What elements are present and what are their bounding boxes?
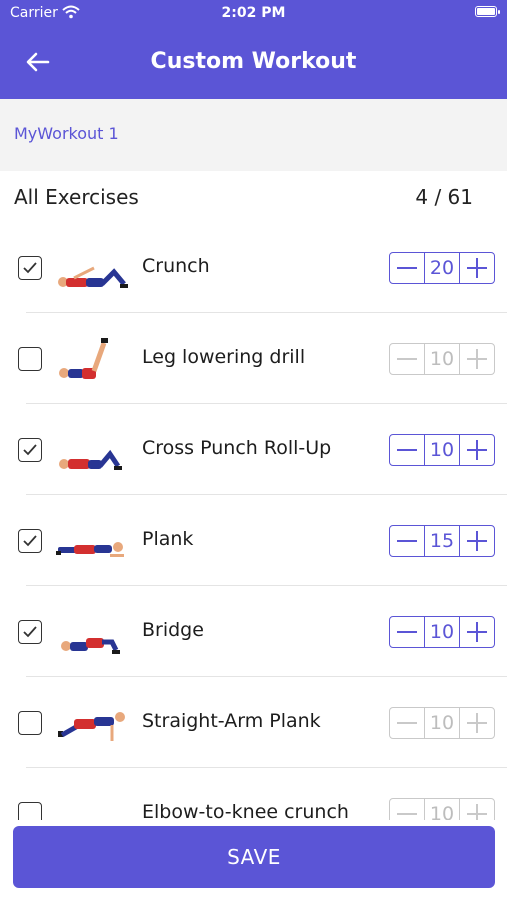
battery-tip	[498, 10, 500, 14]
plus-icon	[467, 531, 487, 551]
increment-button[interactable]	[460, 435, 494, 465]
reps-stepper[interactable]: 10	[389, 434, 495, 466]
exercise-name: Plank	[142, 528, 194, 550]
plus-icon	[467, 713, 487, 733]
minus-icon	[397, 722, 417, 724]
decrement-button[interactable]	[390, 435, 424, 465]
decrement-button[interactable]	[390, 708, 424, 738]
workout-name-field[interactable]: MyWorkout 1	[0, 99, 507, 171]
reps-value: 10	[424, 799, 460, 820]
exercise-illustration	[59, 449, 122, 470]
reps-stepper[interactable]: 20	[389, 252, 495, 284]
exercise-list[interactable]: Crunch 20 Leg lowering drill 10 Cross Pu…	[0, 222, 507, 820]
increment-button[interactable]	[460, 708, 494, 738]
increment-button[interactable]	[460, 253, 494, 283]
checkmark-icon	[23, 535, 37, 547]
reps-stepper[interactable]: 15	[389, 525, 495, 557]
exercise-checkbox[interactable]	[18, 620, 42, 644]
exercise-illustration	[58, 712, 125, 741]
reps-stepper[interactable]: 10	[389, 798, 495, 820]
reps-value: 10	[424, 708, 460, 738]
minus-icon	[397, 358, 417, 360]
increment-button[interactable]	[460, 617, 494, 647]
decrement-button[interactable]	[390, 617, 424, 647]
exercise-name: Cross Punch Roll-Up	[142, 437, 332, 459]
decrement-button[interactable]	[390, 253, 424, 283]
exercise-row[interactable]: Elbow-to-knee crunch 10	[0, 768, 507, 820]
reps-stepper[interactable]: 10	[389, 343, 495, 375]
increment-button[interactable]	[460, 799, 494, 820]
decrement-button[interactable]	[390, 526, 424, 556]
decrement-button[interactable]	[390, 799, 424, 820]
plus-icon	[467, 440, 487, 460]
list-label: All Exercises	[14, 185, 139, 209]
decrement-button[interactable]	[390, 344, 424, 374]
exercise-checkbox[interactable]	[18, 256, 42, 280]
app-header: Carrier 2:02 PM Custom Workout	[0, 0, 507, 99]
exercise-name: Crunch	[142, 255, 210, 277]
checkmark-icon	[23, 262, 37, 274]
exercise-row[interactable]: Crunch 20	[0, 222, 507, 313]
checkmark-icon	[23, 444, 37, 456]
plus-icon	[467, 258, 487, 278]
exercise-illustration	[61, 638, 120, 654]
exercise-name: Elbow-to-knee crunch	[142, 801, 349, 820]
exercise-row[interactable]: Cross Punch Roll-Up 10	[0, 404, 507, 495]
exercise-illustration	[56, 542, 124, 557]
exercise-row[interactable]: Leg lowering drill 10	[0, 313, 507, 404]
workout-name: MyWorkout 1	[14, 124, 119, 143]
exercise-row[interactable]: Bridge 10	[0, 586, 507, 677]
save-button[interactable]: SAVE	[13, 826, 495, 888]
exercise-checkbox[interactable]	[18, 529, 42, 553]
exercise-checkbox[interactable]	[18, 438, 42, 462]
minus-icon	[397, 267, 417, 269]
reps-stepper[interactable]: 10	[389, 707, 495, 739]
reps-value: 10	[424, 435, 460, 465]
exercise-name: Straight-Arm Plank	[142, 710, 321, 732]
exercise-row[interactable]: Straight-Arm Plank 10	[0, 677, 507, 768]
exercise-checkbox[interactable]	[18, 802, 42, 820]
reps-stepper[interactable]: 10	[389, 616, 495, 648]
status-time: 2:02 PM	[221, 5, 286, 21]
reps-value: 10	[424, 344, 460, 374]
battery-icon	[475, 6, 497, 17]
exercise-row[interactable]: Plank 15	[0, 495, 507, 586]
exercise-checkbox[interactable]	[18, 711, 42, 735]
reps-value: 20	[424, 253, 460, 283]
minus-icon	[397, 540, 417, 542]
plus-icon	[467, 804, 487, 820]
exercise-checkbox[interactable]	[18, 347, 42, 371]
page-title: Custom Workout	[150, 49, 357, 74]
plus-icon	[467, 349, 487, 369]
minus-icon	[397, 813, 417, 815]
exercise-illustration	[58, 266, 128, 288]
plus-icon	[467, 622, 487, 642]
status-bar: Carrier 2:02 PM	[0, 0, 507, 28]
exercise-name: Leg lowering drill	[142, 346, 306, 368]
exercise-illustration	[59, 338, 108, 379]
list-header: All Exercises 4 / 61	[0, 171, 507, 221]
exercise-illustration	[54, 790, 132, 820]
minus-icon	[397, 449, 417, 451]
selected-count: 4 / 61	[415, 185, 473, 209]
exercise-name: Bridge	[142, 619, 204, 641]
increment-button[interactable]	[460, 344, 494, 374]
reps-value: 15	[424, 526, 460, 556]
minus-icon	[397, 631, 417, 633]
checkmark-icon	[23, 626, 37, 638]
increment-button[interactable]	[460, 526, 494, 556]
reps-value: 10	[424, 617, 460, 647]
